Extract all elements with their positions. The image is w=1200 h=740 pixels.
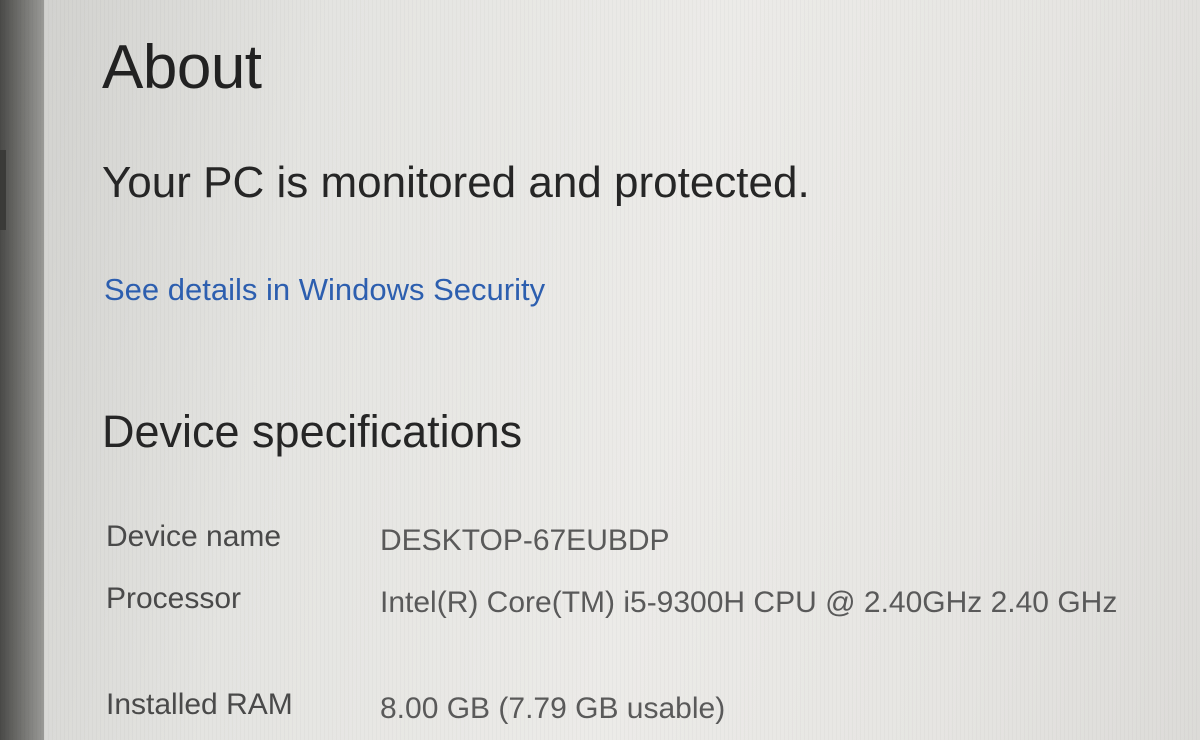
page-title: About [102,33,262,102]
spec-row-device-name: Device name DESKTOP-67EUBDP [106,520,1186,562]
spec-label: Installed RAM [106,688,293,721]
spec-value: 8.00 GB (7.79 GB usable) [380,692,726,725]
settings-about-screen: About Your PC is monitored and protected… [0,0,1200,740]
about-content: About Your PC is monitored and protected… [44,0,1200,740]
security-status-text: Your PC is monitored and protected. [102,158,810,207]
spec-label: Device name [106,520,282,553]
windows-security-link[interactable]: See details in Windows Security [104,272,545,308]
window-left-edge [0,0,44,740]
spec-value: Intel(R) Core(TM) i5-9300H CPU @ 2.40GHz… [380,586,1118,619]
sidebar-edge [0,150,6,230]
spec-row-processor: Processor Intel(R) Core(TM) i5-9300H CPU… [106,582,1186,624]
device-specifications-heading: Device specifications [102,406,523,457]
spec-value: DESKTOP-67EUBDP [380,524,670,557]
spec-row-installed-ram: Installed RAM 8.00 GB (7.79 GB usable) [106,688,1186,730]
spec-label: Processor [106,582,242,615]
